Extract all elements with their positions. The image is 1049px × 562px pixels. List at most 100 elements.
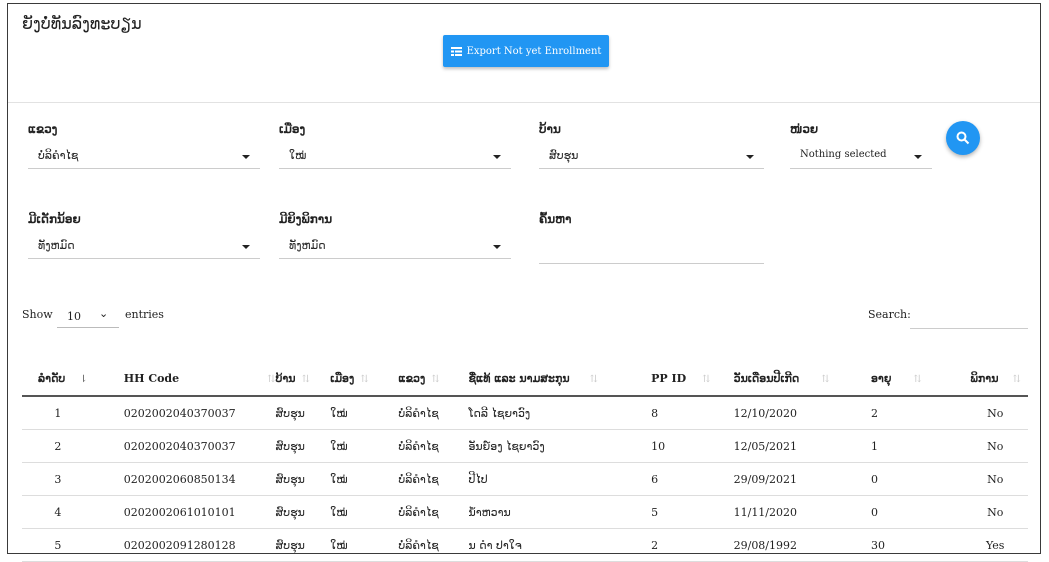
cell-village: ສົບຮຸນ [275, 462, 331, 496]
cell-province: ບໍ່ລິຄຳໄຊ [398, 462, 469, 496]
cell-district: ໃໝ່ [330, 495, 399, 529]
table-icon [450, 46, 462, 56]
column-header-birth-date[interactable]: ວັນເດືອນປີເກີດ ⇅ [733, 361, 871, 397]
column-header-label: ແຂວງ [398, 371, 426, 385]
cell-pp-id: 6 [651, 462, 734, 496]
cell-order: 1 [22, 396, 124, 430]
district-select-value: ໃໝ່ [289, 149, 307, 162]
table-row[interactable]: 1 0202002040370037 ສົບຮຸນ ໃໝ່ ບໍ່ລິຄຳໄຊ … [22, 396, 1028, 430]
caret-down-icon [242, 245, 250, 249]
page-length-select[interactable]: 10 ⌄ [57, 303, 119, 328]
cell-district: ໃໝ່ [330, 528, 399, 562]
village-select-value: ສົບຮຸນ [549, 149, 579, 162]
cell-province: ບໍ່ລິຄຳໄຊ [398, 528, 469, 562]
cell-district: ໃໝ່ [330, 429, 399, 463]
cell-disability: No [962, 429, 1028, 463]
cell-pp-id: 5 [651, 495, 734, 529]
page-frame: ຍັງບໍ່ທັນລົງທະບຽນ Export Not yet Enrollm… [7, 3, 1041, 562]
cell-province: ບໍ່ລິຄຳໄຊ [398, 396, 469, 430]
filter-has-children: ມີເດັກນ້ອຍ ທັງຫມົດ [28, 212, 260, 259]
page-header: ຍັງບໍ່ທັນລົງທະບຽນ Export Not yet Enrollm… [8, 4, 1040, 103]
filter-has-disability-label: ມີຍິງພິການ [279, 212, 333, 226]
cell-disability: Yes [962, 528, 1028, 562]
search-icon [956, 131, 970, 145]
column-header-label: HH Code [123, 371, 180, 385]
cell-village: ສົບຮຸນ [275, 528, 331, 562]
cell-order: 5 [22, 528, 124, 562]
cell-age: 0 [870, 495, 963, 529]
caret-down-icon [493, 245, 501, 249]
cell-full-name: ອັນຍ໌ອງ ໄຊຍາວົງ [468, 429, 652, 463]
sort-asc-icon: ⇂ [79, 373, 88, 385]
table-search-input[interactable] [910, 302, 1028, 329]
cell-province: ບໍ່ລິຄຳໄຊ [398, 429, 469, 463]
cell-full-name: ນ ດຳ ປາໃຈ [468, 528, 652, 562]
page-length-value: 10 [67, 310, 81, 323]
cell-age: 0 [870, 462, 963, 496]
cell-order: 2 [22, 429, 124, 463]
cell-birth-date: 11/11/2020 [733, 495, 871, 529]
unit-select-value: Nothing selected [800, 149, 887, 160]
filter-district: ເມືອງ ໃໝ່ [279, 122, 511, 169]
cell-hh-code: 0202002091280128 [123, 528, 276, 562]
caret-down-icon [493, 155, 501, 159]
sort-icon: ⇅ [301, 373, 310, 385]
table-row[interactable]: 3 0202002060850134 ສົບຮຸນ ໃໝ່ ບໍ່ລິຄຳໄຊ … [22, 462, 1028, 496]
table-row[interactable]: 5 0202002091280128 ສົບຮຸນ ໃໝ່ ບໍ່ລິຄຳໄຊ … [22, 528, 1028, 562]
province-select[interactable]: ບໍ່ລິຄຳໄຊ [28, 144, 260, 169]
filter-village: ບ້ານ ສົບຮຸນ [539, 122, 764, 169]
filter-search-button[interactable] [946, 121, 980, 155]
cell-village: ສົບຮຸນ [275, 495, 331, 529]
cell-disability: No [962, 396, 1028, 430]
cell-age: 2 [870, 396, 963, 430]
cell-disability: No [962, 462, 1028, 496]
has-children-select[interactable]: ທັງຫມົດ [28, 234, 260, 259]
district-select[interactable]: ໃໝ່ [279, 144, 511, 169]
cell-birth-date: 12/10/2020 [733, 396, 871, 430]
export-not-enrolled-button[interactable]: Export Not yet Enrollment [443, 35, 609, 67]
column-header-province[interactable]: ແຂວງ ⇅ [398, 361, 469, 397]
chevron-down-icon: ⌄ [99, 307, 109, 320]
column-header-district[interactable]: ເມືອງ ⇅ [330, 361, 399, 397]
column-header-label: ເມືອງ [330, 371, 355, 385]
filter-has-children-label: ມີເດັກນ້ອຍ [28, 212, 81, 226]
village-select[interactable]: ສົບຮຸນ [539, 144, 764, 169]
column-header-disability[interactable]: ພິການ ⇅ [962, 361, 1028, 397]
caret-down-icon [242, 155, 250, 159]
cell-order: 4 [22, 495, 124, 529]
column-header-label: ບ້ານ [275, 371, 296, 385]
table-row[interactable]: 2 0202002040370037 ສົບຮຸນ ໃໝ່ ບໍ່ລິຄຳໄຊ … [22, 429, 1028, 463]
cell-province: ບໍ່ລິຄຳໄຊ [398, 495, 469, 529]
show-label: Show [22, 308, 53, 321]
cell-hh-code: 0202002040370037 [123, 396, 276, 430]
cell-district: ໃໝ່ [330, 396, 399, 430]
cell-hh-code: 0202002060850134 [123, 462, 276, 496]
has-disability-select-value: ທັງຫມົດ [289, 239, 326, 252]
column-header-order[interactable]: ລຳດັບ ⇂ [22, 361, 124, 397]
has-disability-select[interactable]: ທັງຫມົດ [279, 234, 511, 259]
cell-age: 1 [870, 429, 963, 463]
unit-select[interactable]: Nothing selected [790, 144, 932, 169]
filter-search-input[interactable] [539, 234, 764, 264]
column-header-label: ພິການ [970, 371, 999, 385]
column-header-full-name[interactable]: ຊື່ແທ້ ແລະ ນາມສະກຸນ ⇅ [468, 361, 652, 397]
column-header-label: ວັນເດືອນປີເກີດ [733, 371, 800, 385]
column-header-village[interactable]: ບ້ານ ⇅ [275, 361, 331, 397]
cell-birth-date: 29/09/2021 [733, 462, 871, 496]
export-button-label: Export Not yet Enrollment [466, 45, 602, 57]
page-title: ຍັງບໍ່ທັນລົງທະບຽນ [22, 14, 142, 33]
table-row[interactable]: 4 0202002061010101 ສົບຮຸນ ໃໝ່ ບໍ່ລິຄຳໄຊ … [22, 495, 1028, 529]
caret-down-icon [746, 155, 754, 159]
cell-full-name: ໂດລີ ໄຊຍາວົງ [468, 396, 652, 430]
filter-unit: ໜ່ວຍ Nothing selected [790, 122, 932, 169]
province-select-value: ບໍ່ລິຄຳໄຊ [38, 149, 79, 162]
column-header-pp-id[interactable]: PP ID ⇅ [651, 361, 734, 397]
cell-full-name: ນ້ຳຫວານ [468, 495, 652, 529]
column-header-hh-code[interactable]: HH Code ⇅ [123, 361, 276, 397]
sort-icon: ⇅ [702, 373, 711, 385]
column-header-label: ຊື່ແທ້ ແລະ ນາມສະກຸນ [468, 371, 570, 385]
cell-village: ສົບຮຸນ [275, 429, 331, 463]
sort-icon: ⇅ [913, 373, 922, 385]
enrollment-table: ລຳດັບ ⇂ HH Code ⇅ ບ້ານ ⇅ ເມືອງ ⇅ ແຂວງ ⇅ ຊື່ແທ… [22, 361, 1028, 562]
column-header-age[interactable]: ອາຍຸ ⇅ [870, 361, 963, 397]
